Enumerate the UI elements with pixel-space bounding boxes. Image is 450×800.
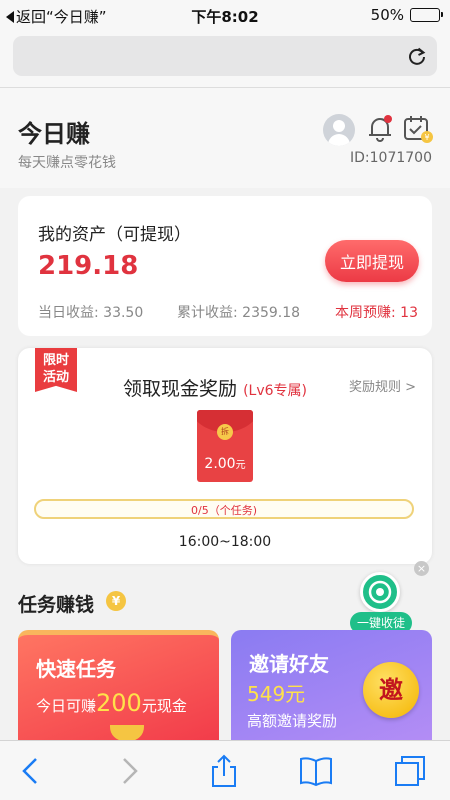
quick-task-desc-suffix: 元现金	[141, 697, 187, 715]
battery-status: 50%	[370, 6, 443, 24]
yen-coin-icon: ¥	[106, 591, 126, 611]
red-packet[interactable]: 拆 2.00元	[197, 410, 253, 482]
task-progress-text: 0/5（个任务)	[191, 504, 257, 517]
address-field[interactable]	[13, 36, 437, 76]
reward-level: (Lv6专属)	[243, 383, 307, 399]
invite-task-desc: 高额邀请奖励	[247, 712, 338, 730]
reward-rules-link[interactable]: 奖励规则 >	[349, 376, 416, 395]
close-icon[interactable]: ×	[414, 561, 429, 576]
reward-time-window: 16:00~18:00	[178, 534, 272, 550]
reload-icon[interactable]	[407, 46, 427, 66]
quick-task-card[interactable]: 快速任务 今日可赚200元现金	[18, 630, 219, 740]
page-header: 今日赚 每天赚点零花钱 ¥ ID:1071700	[0, 88, 450, 188]
assets-title: 我的资产（可提现）	[38, 225, 191, 245]
invite-badge-icon: 邀	[363, 662, 419, 718]
status-bar: 返回“今日赚” 下午8:02 50%	[0, 0, 450, 30]
browser-toolbar	[0, 740, 450, 800]
red-packet-value: 2.00	[204, 456, 236, 472]
tasks-section-title: 任务赚钱	[18, 594, 95, 616]
reward-title: 领取现金奖励 (Lv6专属)	[123, 374, 307, 401]
withdraw-button[interactable]: 立即提现	[325, 240, 419, 282]
assets-card: 我的资产（可提现） 219.18 立即提现 当日收益: 33.50 累计收益: …	[18, 196, 432, 336]
browser-address-area	[0, 30, 450, 88]
assets-amount: 219.18	[38, 251, 139, 281]
red-packet-amount: 2.00元	[197, 456, 253, 472]
collect-apprentice-button[interactable]: 一键收徒	[348, 572, 412, 636]
calendar-check-icon[interactable]: ¥	[403, 114, 433, 144]
invite-task-name: 邀请好友	[249, 652, 329, 676]
invite-task-amount: 549元	[247, 682, 306, 706]
red-packet-coin-icon: 拆	[217, 424, 233, 440]
today-income: 当日收益: 33.50	[38, 305, 144, 321]
reward-title-text: 领取现金奖励	[123, 378, 238, 400]
share-icon[interactable]	[206, 753, 242, 789]
user-id: ID:1071700	[350, 150, 432, 166]
collect-apprentice-icon	[360, 572, 400, 612]
avatar-head	[333, 120, 345, 132]
tabs-icon[interactable]	[392, 753, 428, 789]
back-arrow-icon[interactable]	[14, 753, 50, 789]
page-title: 今日赚	[18, 120, 90, 148]
quick-task-name: 快速任务	[36, 657, 116, 681]
red-packet-unit: 元	[235, 460, 246, 471]
avatar-body	[328, 134, 350, 146]
task-progress-bar: 0/5（个任务)	[34, 499, 414, 519]
limited-time-badge: 限时 活动	[35, 348, 77, 392]
battery-icon	[410, 8, 443, 22]
forward-arrow-icon[interactable]	[110, 753, 146, 789]
bookmarks-icon[interactable]	[298, 753, 334, 789]
battery-percent: 50%	[370, 6, 404, 24]
invite-friends-card[interactable]: 邀请好友 549元 高额邀请奖励 邀	[231, 630, 432, 740]
bell-icon[interactable]	[366, 114, 394, 144]
quick-task-desc: 今日可赚200元现金	[36, 689, 187, 717]
total-income: 累计收益: 2359.18	[177, 305, 301, 321]
svg-text:¥: ¥	[424, 133, 429, 142]
quick-task-desc-amount: 200	[96, 689, 142, 717]
limited-badge-line1: 限时	[42, 353, 69, 368]
quick-task-desc-prefix: 今日可赚	[36, 697, 97, 715]
cash-reward-card: 限时 活动 领取现金奖励 (Lv6专属) 奖励规则 > 拆 2.00元 0/5（…	[18, 348, 432, 564]
limited-badge-line2: 活动	[42, 370, 69, 385]
gold-ingot-icon	[110, 725, 144, 740]
aperture-icon	[368, 580, 392, 604]
week-estimate: 本周预赚: 13	[335, 305, 418, 321]
page-subtitle: 每天赚点零花钱	[18, 155, 116, 171]
avatar[interactable]	[323, 114, 355, 146]
